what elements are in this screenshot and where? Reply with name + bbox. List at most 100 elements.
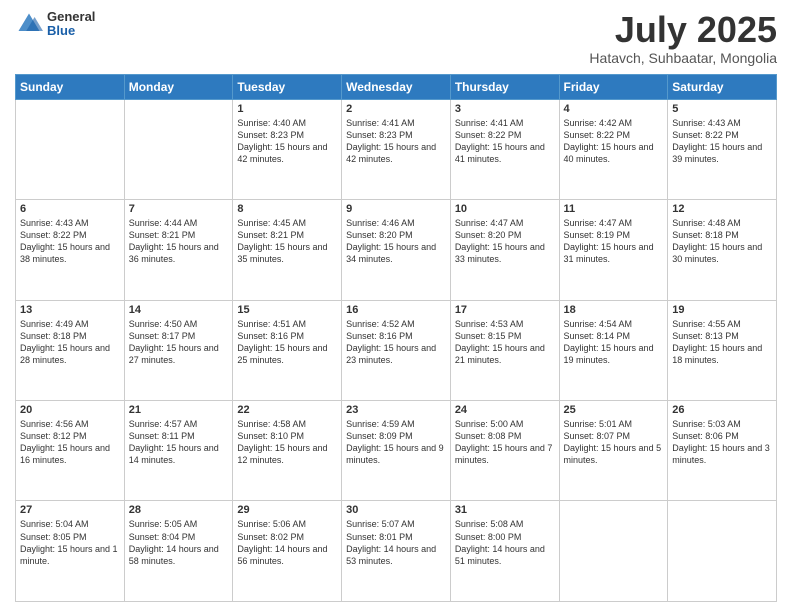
calendar-cell: 29Sunrise: 5:06 AMSunset: 8:02 PMDayligh… [233,501,342,602]
day-number: 21 [129,404,229,416]
day-number: 7 [129,203,229,215]
day-number: 4 [564,103,664,115]
cell-info: Daylight: 15 hours and 1 minute. [20,543,120,567]
calendar-day-header: Wednesday [342,74,451,99]
calendar-cell: 17Sunrise: 4:53 AMSunset: 8:15 PMDayligh… [450,300,559,400]
cell-info: Sunset: 8:14 PM [564,330,664,342]
cell-info: Sunrise: 4:44 AM [129,217,229,229]
cell-info: Daylight: 14 hours and 51 minutes. [455,543,555,567]
cell-info: Sunset: 8:21 PM [237,229,337,241]
cell-info: Daylight: 15 hours and 38 minutes. [20,241,120,265]
cell-info: Sunrise: 5:03 AM [672,418,772,430]
day-number: 20 [20,404,120,416]
cell-info: Sunset: 8:22 PM [20,229,120,241]
cell-info: Daylight: 15 hours and 31 minutes. [564,241,664,265]
cell-info: Daylight: 15 hours and 30 minutes. [672,241,772,265]
calendar-cell: 15Sunrise: 4:51 AMSunset: 8:16 PMDayligh… [233,300,342,400]
cell-info: Daylight: 15 hours and 16 minutes. [20,442,120,466]
calendar-cell: 31Sunrise: 5:08 AMSunset: 8:00 PMDayligh… [450,501,559,602]
calendar-cell: 21Sunrise: 4:57 AMSunset: 8:11 PMDayligh… [124,401,233,501]
cell-info: Sunrise: 5:00 AM [455,418,555,430]
calendar-cell: 18Sunrise: 4:54 AMSunset: 8:14 PMDayligh… [559,300,668,400]
day-number: 12 [672,203,772,215]
day-number: 10 [455,203,555,215]
calendar-cell: 30Sunrise: 5:07 AMSunset: 8:01 PMDayligh… [342,501,451,602]
calendar-day-header: Thursday [450,74,559,99]
calendar-cell: 12 Sunrise: 4:48 AMSunset: 8:18 PMDayligh… [668,200,777,300]
cell-info: Sunrise: 4:48 AM [672,217,772,229]
calendar-week-row: 6Sunrise: 4:43 AMSunset: 8:22 PMDaylight… [16,200,777,300]
subtitle: Hatavch, Suhbaatar, Mongolia [589,50,777,66]
cell-info: Sunrise: 4:59 AM [346,418,446,430]
day-number: 31 [455,504,555,516]
cell-info: Daylight: 15 hours and 42 minutes. [237,141,337,165]
cell-info: Sunrise: 5:07 AM [346,518,446,530]
calendar-cell: 19Sunrise: 4:55 AMSunset: 8:13 PMDayligh… [668,300,777,400]
cell-info: Daylight: 15 hours and 7 minutes. [455,442,555,466]
cell-info: Sunset: 8:21 PM [129,229,229,241]
calendar-cell: 22Sunrise: 4:58 AMSunset: 8:10 PMDayligh… [233,401,342,501]
day-number: 17 [455,304,555,316]
cell-info: Daylight: 15 hours and 18 minutes. [672,342,772,366]
logo-text: General Blue [47,10,95,39]
day-number: 11 [564,203,664,215]
calendar-cell: 3Sunrise: 4:41 AMSunset: 8:22 PMDaylight… [450,99,559,199]
day-number: 1 [237,103,337,115]
calendar-cell: 7Sunrise: 4:44 AMSunset: 8:21 PMDaylight… [124,200,233,300]
cell-info: Daylight: 15 hours and 27 minutes. [129,342,229,366]
cell-info: Sunrise: 4:43 AM [20,217,120,229]
cell-info: Sunrise: 4:43 AM [672,117,772,129]
day-number: 6 [20,203,120,215]
cell-info: Daylight: 15 hours and 23 minutes. [346,342,446,366]
day-number: 2 [346,103,446,115]
cell-info: Sunrise: 4:52 AM [346,318,446,330]
calendar-week-row: 20Sunrise: 4:56 AMSunset: 8:12 PMDayligh… [16,401,777,501]
cell-info: Sunset: 8:20 PM [346,229,446,241]
calendar-cell [124,99,233,199]
calendar-cell: 14Sunrise: 4:50 AMSunset: 8:17 PMDayligh… [124,300,233,400]
cell-info: Daylight: 14 hours and 56 minutes. [237,543,337,567]
cell-info: Sunrise: 4:55 AM [672,318,772,330]
calendar-cell [16,99,125,199]
cell-info: Sunset: 8:16 PM [237,330,337,342]
calendar-week-row: 13Sunrise: 4:49 AMSunset: 8:18 PMDayligh… [16,300,777,400]
cell-info: Daylight: 15 hours and 5 minutes. [564,442,664,466]
calendar-cell: 1Sunrise: 4:40 AMSunset: 8:23 PMDaylight… [233,99,342,199]
cell-info: Sunrise: 4:47 AM [455,217,555,229]
cell-info: Sunset: 8:11 PM [129,430,229,442]
day-number: 9 [346,203,446,215]
cell-info: Sunrise: 5:08 AM [455,518,555,530]
cell-info: Sunset: 8:05 PM [20,531,120,543]
cell-info: Sunset: 8:08 PM [455,430,555,442]
cell-info: Sunrise: 4:42 AM [564,117,664,129]
cell-info: Sunset: 8:15 PM [455,330,555,342]
calendar-cell: 8Sunrise: 4:45 AMSunset: 8:21 PMDaylight… [233,200,342,300]
header: General Blue July 2025 Hatavch, Suhbaata… [15,10,777,66]
day-number: 23 [346,404,446,416]
logo-general: General [47,10,95,24]
cell-info: Sunset: 8:13 PM [672,330,772,342]
day-number: 26 [672,404,772,416]
cell-info: Daylight: 15 hours and 39 minutes. [672,141,772,165]
cell-info: Sunset: 8:18 PM [672,229,772,241]
cell-info: Sunset: 8:22 PM [672,129,772,141]
cell-info: Sunrise: 4:47 AM [564,217,664,229]
cell-info: Sunset: 8:12 PM [20,430,120,442]
day-number: 3 [455,103,555,115]
cell-info: Sunrise: 4:56 AM [20,418,120,430]
calendar-cell: 10Sunrise: 4:47 AMSunset: 8:20 PMDayligh… [450,200,559,300]
cell-info: Sunset: 8:22 PM [455,129,555,141]
cell-info: Daylight: 15 hours and 25 minutes. [237,342,337,366]
cell-info: Sunrise: 4:41 AM [346,117,446,129]
calendar-cell [668,501,777,602]
cell-info: Sunset: 8:23 PM [237,129,337,141]
calendar-cell: 11Sunrise: 4:47 AMSunset: 8:19 PMDayligh… [559,200,668,300]
cell-info: Sunset: 8:01 PM [346,531,446,543]
cell-info: Sunset: 8:23 PM [346,129,446,141]
cell-info: Sunset: 8:16 PM [346,330,446,342]
day-number: 18 [564,304,664,316]
cell-info: Daylight: 14 hours and 58 minutes. [129,543,229,567]
calendar-day-header: Sunday [16,74,125,99]
logo: General Blue [15,10,95,39]
cell-info: Daylight: 15 hours and 21 minutes. [455,342,555,366]
